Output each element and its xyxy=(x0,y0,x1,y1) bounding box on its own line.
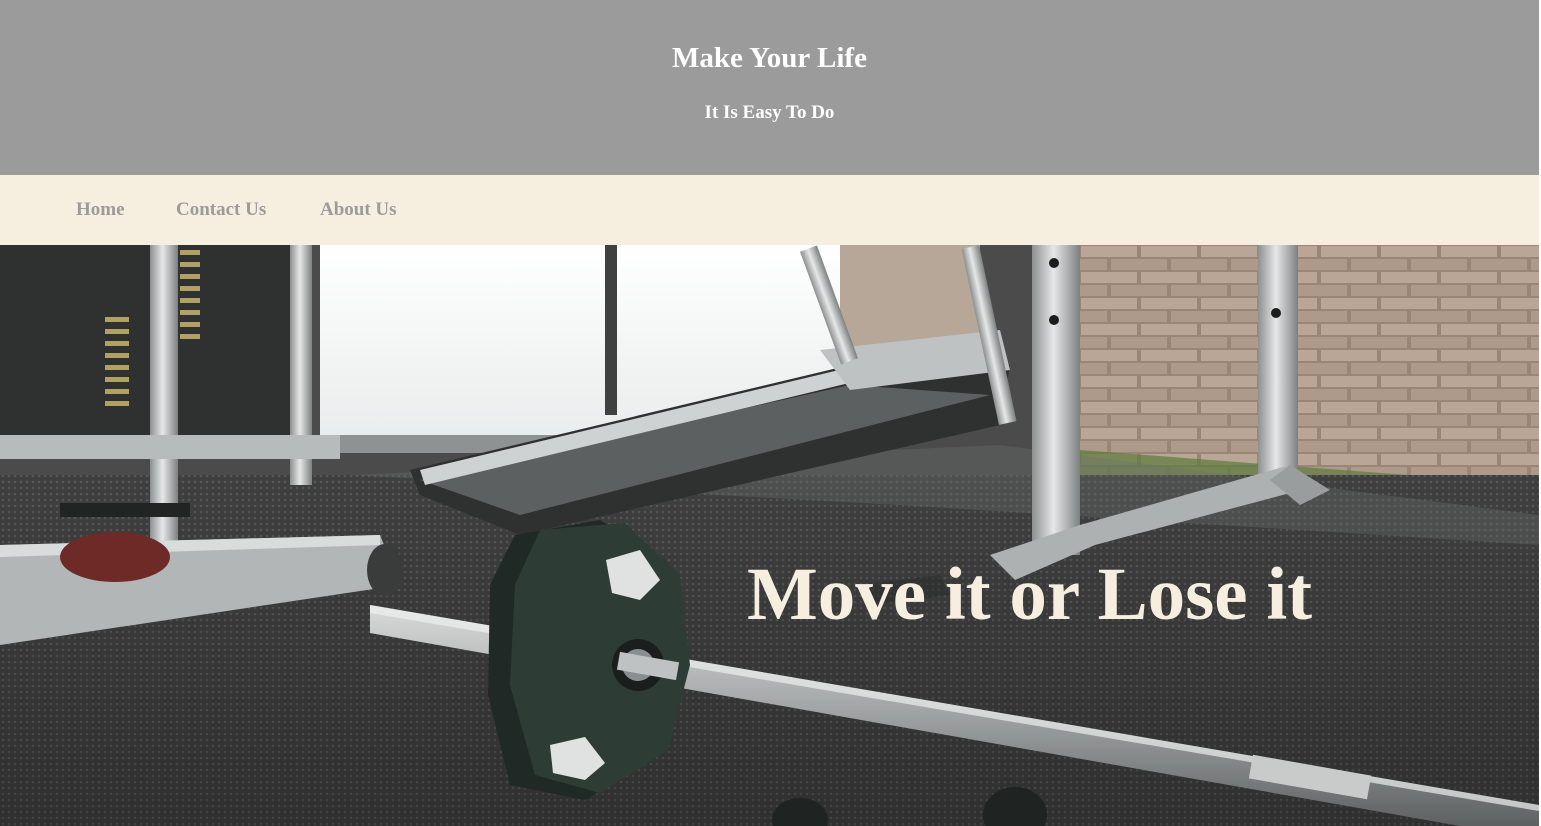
site-title: Make Your Life xyxy=(672,42,867,74)
hero-banner: Move it or Lose it xyxy=(0,245,1539,826)
nav-link-about-us[interactable]: About Us xyxy=(320,175,397,245)
gym-photo xyxy=(0,245,1539,826)
nav-link-home[interactable]: Home xyxy=(76,175,125,245)
nav-link-contact-us[interactable]: Contact Us xyxy=(176,175,266,245)
main-navigation: Home Contact Us About Us xyxy=(0,175,1539,245)
site-subtitle: It Is Easy To Do xyxy=(704,102,835,123)
page: Make Your Life It Is Easy To Do Home Con… xyxy=(0,0,1541,826)
hero-headline: Move it or Lose it xyxy=(747,553,1313,636)
site-header: Make Your Life It Is Easy To Do xyxy=(0,0,1539,175)
